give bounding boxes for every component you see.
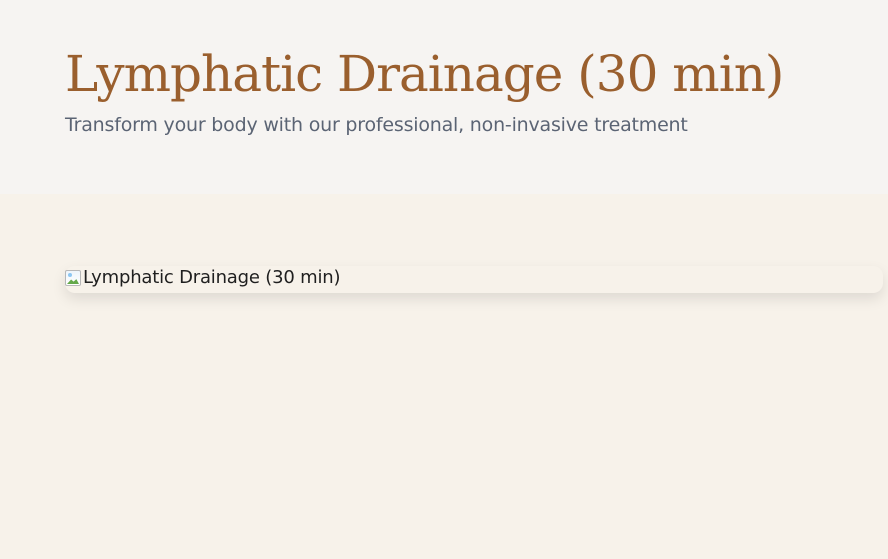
broken-image-icon (65, 270, 81, 286)
page-title: Lymphatic Drainage (30 min) (65, 45, 784, 103)
hero-header: Lymphatic Drainage (30 min) Transform yo… (0, 0, 888, 194)
page-subtitle: Transform your body with our professiona… (65, 114, 688, 136)
image-alt-text: Lymphatic Drainage (30 min) (83, 267, 341, 288)
service-image-card: Lymphatic Drainage (30 min) (65, 266, 883, 293)
main-content: Lymphatic Drainage (30 min) (0, 194, 888, 559)
service-image: Lymphatic Drainage (30 min) (65, 266, 340, 290)
